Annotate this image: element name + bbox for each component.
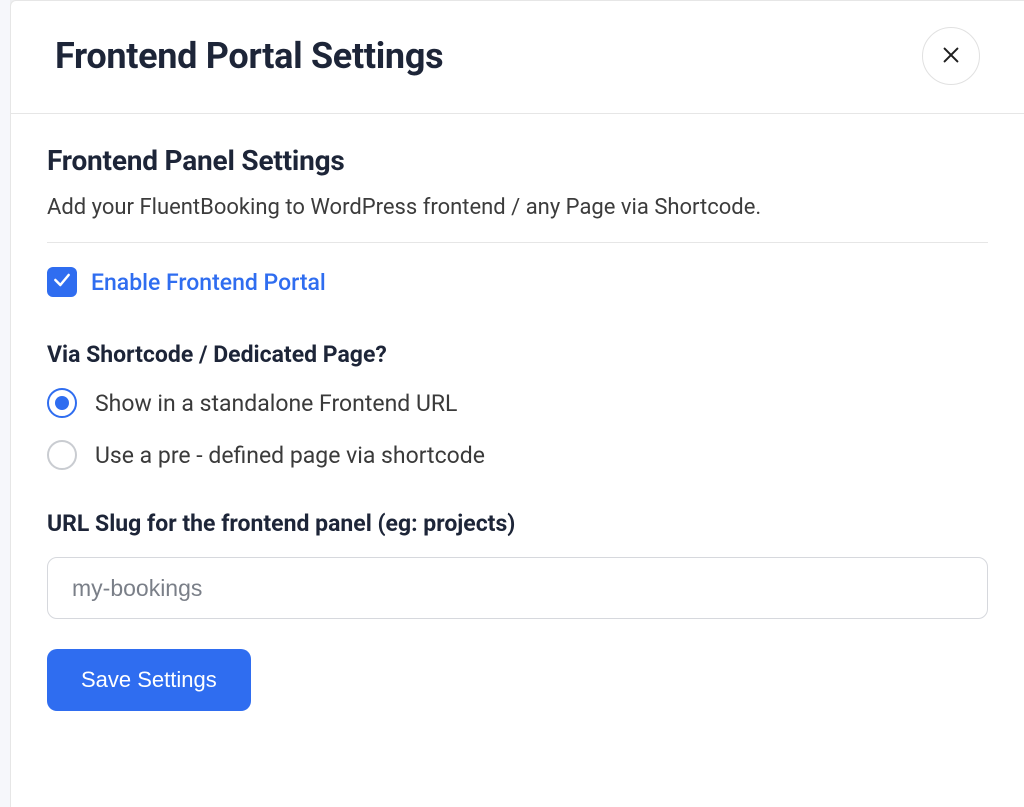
enable-frontend-label: Enable Frontend Portal (91, 269, 326, 296)
url-slug-label: URL Slug for the frontend panel (eg: pro… (47, 510, 988, 537)
via-radio-group: Show in a standalone Frontend URL Use a … (47, 388, 988, 470)
via-section-label: Via Shortcode / Dedicated Page? (47, 341, 988, 368)
radio-predefined-page[interactable]: Use a pre - defined page via shortcode (47, 440, 988, 470)
save-button[interactable]: Save Settings (47, 649, 251, 711)
section-title: Frontend Panel Settings (47, 144, 988, 177)
background-sliver (0, 0, 10, 807)
close-icon (940, 44, 962, 69)
url-slug-input[interactable] (47, 557, 988, 619)
section-description: Add your FluentBooking to WordPress fron… (47, 195, 988, 220)
divider (47, 242, 988, 243)
modal-body: Frontend Panel Settings Add your FluentB… (11, 114, 1024, 751)
radio-input-predefined[interactable] (47, 440, 77, 470)
modal-title: Frontend Portal Settings (55, 35, 443, 77)
close-button[interactable] (922, 27, 980, 85)
modal-header: Frontend Portal Settings (11, 1, 1024, 114)
check-icon (52, 270, 72, 294)
radio-standalone-url[interactable]: Show in a standalone Frontend URL (47, 388, 988, 418)
radio-label-standalone: Show in a standalone Frontend URL (95, 390, 457, 417)
radio-input-standalone[interactable] (47, 388, 77, 418)
settings-modal: Frontend Portal Settings Frontend Panel … (10, 0, 1024, 807)
enable-frontend-checkbox-row[interactable]: Enable Frontend Portal (47, 267, 988, 297)
enable-frontend-checkbox[interactable] (47, 267, 77, 297)
radio-label-predefined: Use a pre - defined page via shortcode (95, 442, 485, 469)
